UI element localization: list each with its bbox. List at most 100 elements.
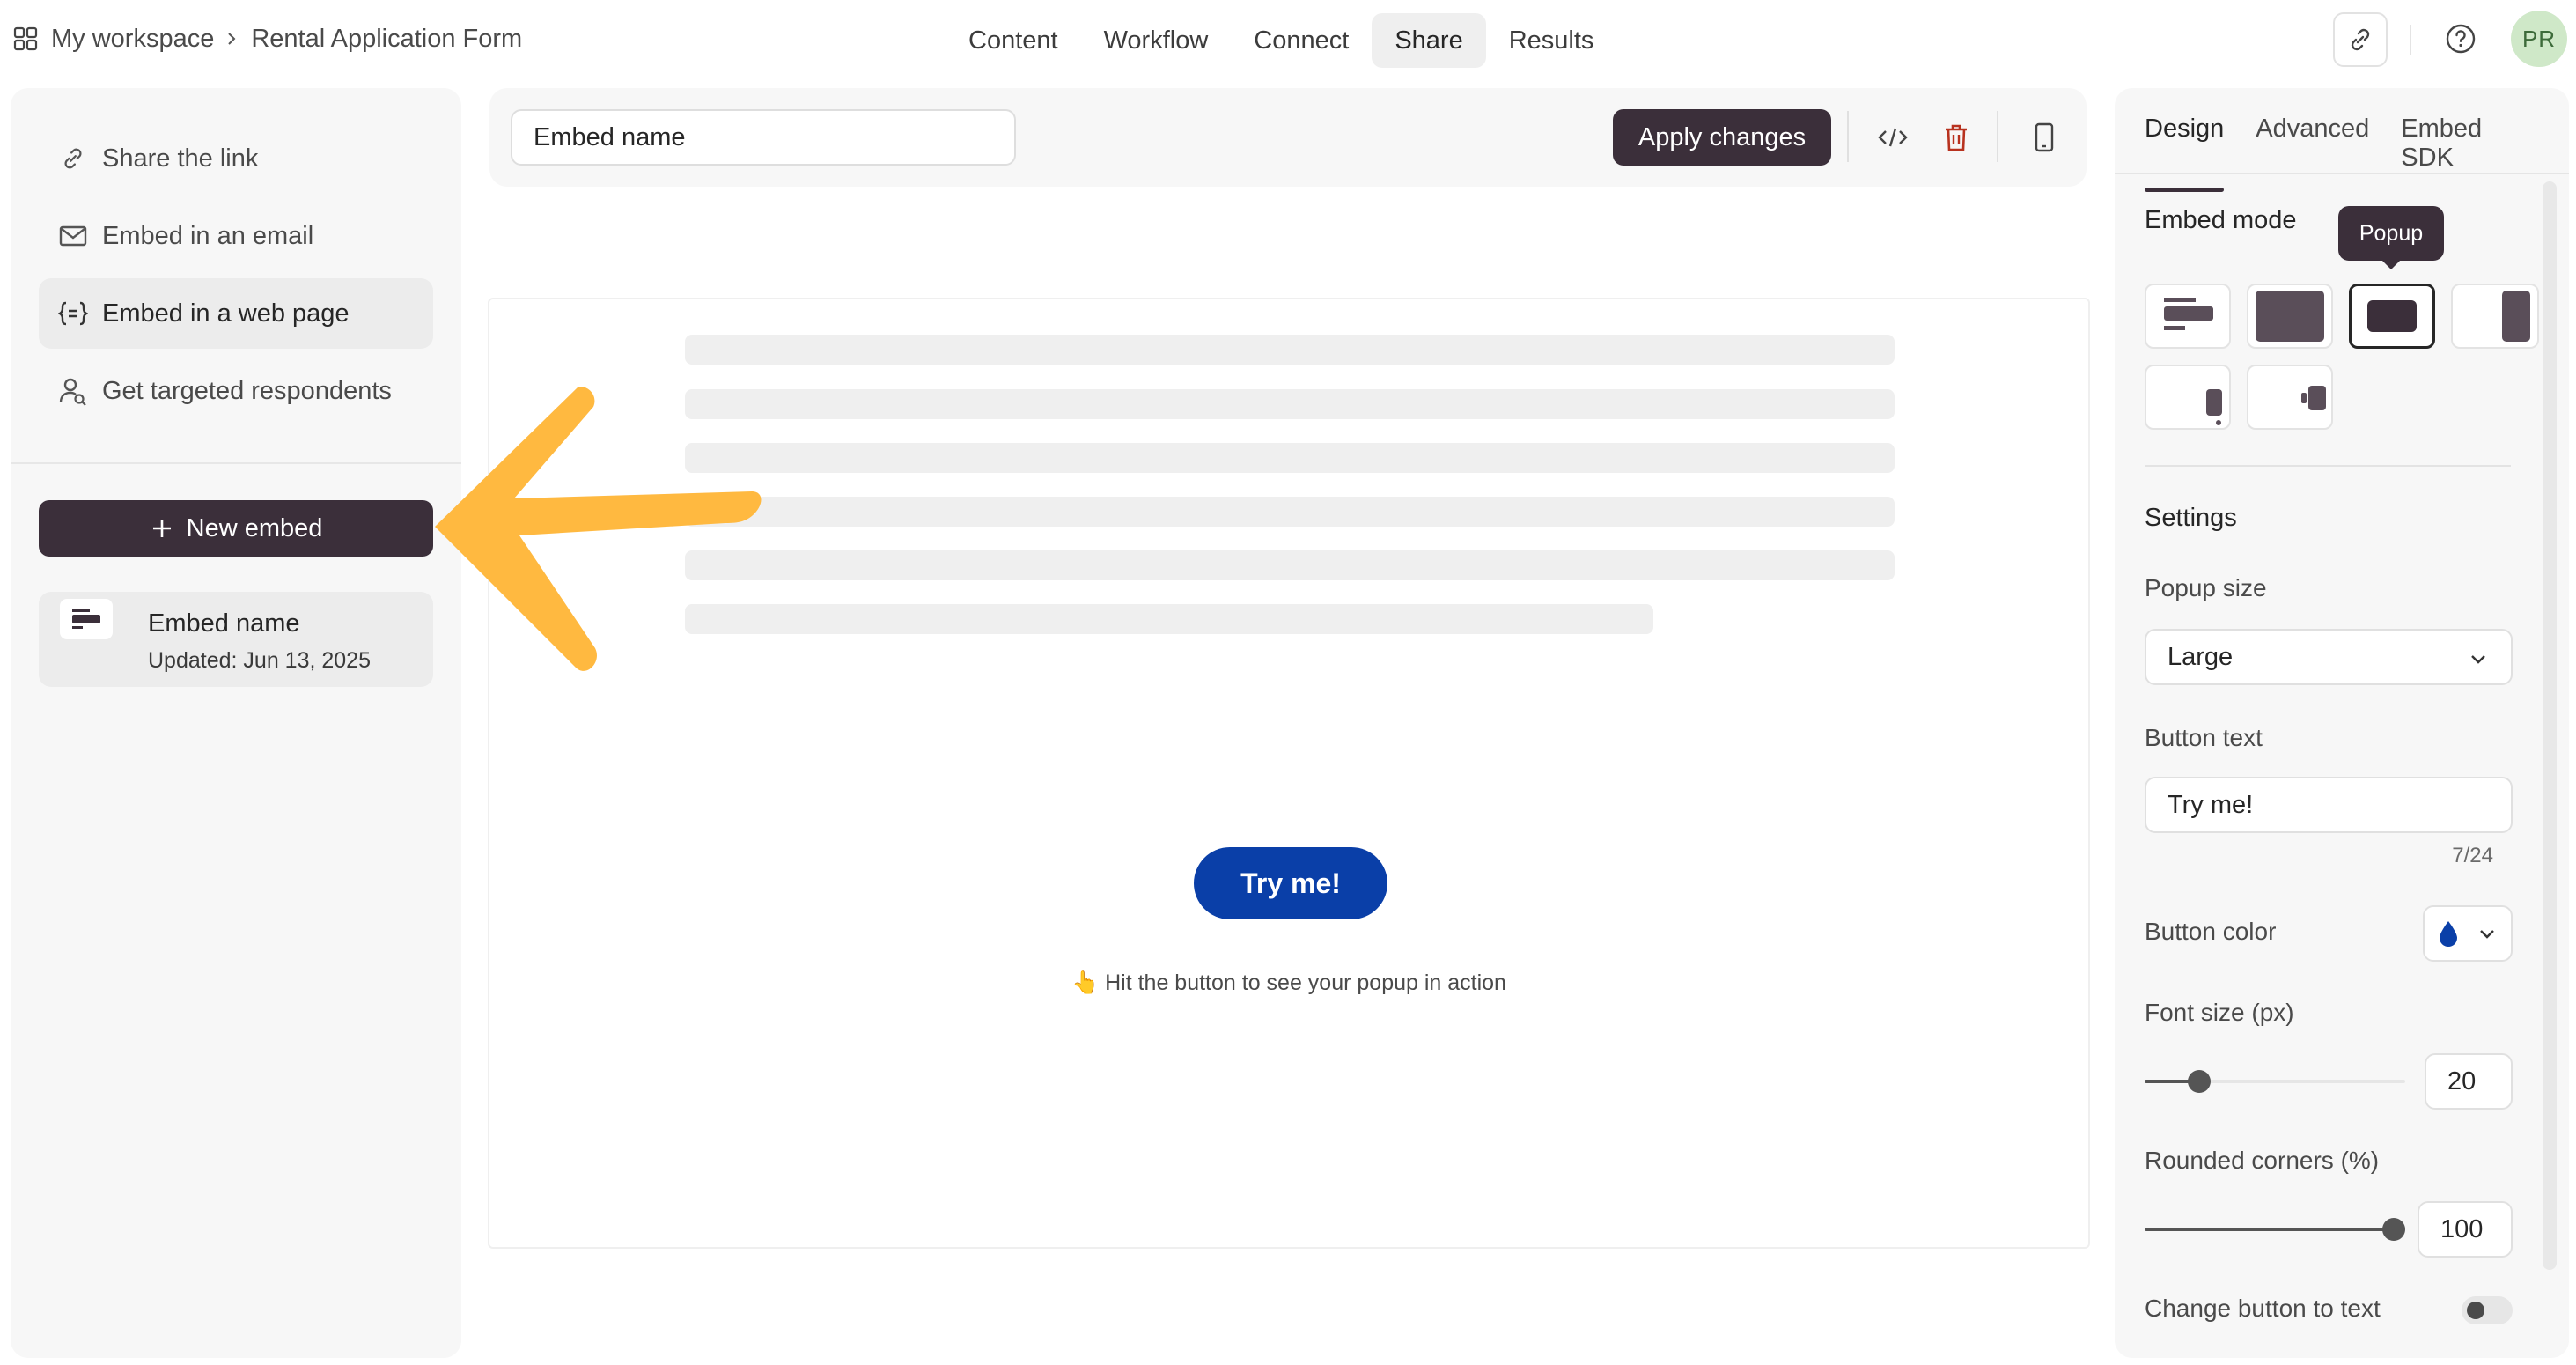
embed-card-updated: Updated: Jun 13, 2025 bbox=[148, 648, 371, 673]
skeleton-line bbox=[685, 389, 1895, 419]
standard-mode-icon bbox=[2164, 298, 2213, 330]
new-embed-label: New embed bbox=[186, 513, 323, 542]
breadcrumb-form[interactable]: Rental Application Form bbox=[251, 25, 522, 54]
button-text-input[interactable]: Try me! bbox=[2145, 777, 2513, 833]
mobile-preview-button[interactable] bbox=[2023, 116, 2065, 159]
color-drop-icon bbox=[2440, 921, 2457, 947]
share-option-email[interactable]: Embed in an email bbox=[39, 201, 433, 271]
change-to-text-label: Change button to text bbox=[2145, 1295, 2381, 1322]
slider-mode-icon bbox=[2502, 291, 2530, 342]
mobile-icon bbox=[2035, 122, 2054, 152]
mode-popover-button[interactable] bbox=[2145, 365, 2231, 430]
rounded-corners-label: Rounded corners (%) bbox=[2145, 1147, 2380, 1174]
chevron-down-icon bbox=[2480, 930, 2494, 939]
breadcrumb-workspace[interactable]: My workspace bbox=[51, 25, 214, 54]
plus-icon bbox=[152, 520, 171, 537]
mode-side-tab-button[interactable] bbox=[2247, 365, 2333, 430]
button-text-value: Try me! bbox=[2168, 790, 2254, 819]
skeleton-line bbox=[685, 335, 1895, 365]
share-sidebar: Share the link Embed in an email Embed i… bbox=[11, 88, 461, 1358]
button-text-label: Button text bbox=[2145, 724, 2263, 751]
copy-link-button[interactable] bbox=[2333, 12, 2388, 67]
popover-mode-icon bbox=[2206, 389, 2222, 425]
user-search-icon bbox=[58, 376, 88, 406]
button-color-label: Button color bbox=[2145, 918, 2277, 945]
share-option-label: Share the link bbox=[102, 144, 259, 173]
try-me-button[interactable]: Try me! bbox=[1194, 847, 1387, 919]
embed-card-name: Embed name bbox=[148, 609, 300, 638]
rounded-corners-slider[interactable] bbox=[2145, 1218, 2405, 1241]
popup-size-value: Large bbox=[2168, 642, 2234, 671]
toggle-knob bbox=[2467, 1302, 2484, 1319]
mode-slider-button[interactable] bbox=[2451, 284, 2539, 349]
font-size-label: Font size (px) bbox=[2145, 999, 2294, 1026]
new-embed-button[interactable]: New embed bbox=[39, 500, 433, 557]
standard-embed-icon bbox=[60, 599, 113, 639]
embed-name-input[interactable] bbox=[511, 109, 1016, 166]
get-code-button[interactable] bbox=[1872, 116, 1914, 159]
apply-changes-button[interactable]: Apply changes bbox=[1613, 109, 1831, 166]
highlight-arrow-icon bbox=[435, 387, 762, 671]
workspace-grid-icon[interactable] bbox=[12, 26, 39, 52]
code-braces-icon bbox=[58, 299, 88, 328]
char-count: 7/24 bbox=[2452, 844, 2493, 867]
tab-design[interactable]: Design bbox=[2145, 114, 2225, 192]
rounded-corners-input[interactable]: 100 bbox=[2418, 1201, 2513, 1258]
link-icon bbox=[58, 144, 88, 173]
tabs-underline bbox=[2115, 173, 2569, 174]
share-option-link[interactable]: Share the link bbox=[39, 123, 433, 194]
button-color-picker[interactable] bbox=[2423, 905, 2513, 962]
nav-connect[interactable]: Connect bbox=[1231, 13, 1372, 68]
design-panel: Design Advanced Embed SDK Embed mode Set… bbox=[2115, 88, 2569, 1358]
chevron-down-icon bbox=[2471, 655, 2485, 664]
rounded-corners-slider-knob[interactable] bbox=[2382, 1218, 2405, 1241]
topbar-divider bbox=[2410, 25, 2411, 55]
toolbar-divider bbox=[1997, 111, 1998, 162]
share-option-label: Embed in an email bbox=[102, 221, 314, 250]
main-nav: Content Workflow Connect Share Results bbox=[946, 13, 1617, 68]
mail-icon bbox=[58, 221, 88, 251]
settings-label: Settings bbox=[2145, 504, 2237, 532]
avatar[interactable]: PR bbox=[2511, 11, 2567, 67]
embed-list-item[interactable]: Embed name Updated: Jun 13, 2025 bbox=[39, 592, 433, 687]
panel-scrollbar[interactable] bbox=[2543, 181, 2557, 1270]
top-bar: My workspace Rental Application Form Con… bbox=[0, 0, 2576, 77]
fullpage-mode-icon bbox=[2256, 291, 2324, 342]
nav-share[interactable]: Share bbox=[1372, 13, 1486, 68]
skeleton-line bbox=[685, 443, 1895, 473]
share-option-webpage[interactable]: Embed in a web page bbox=[39, 278, 433, 349]
delete-embed-button[interactable] bbox=[1935, 116, 1977, 159]
panel-divider bbox=[2145, 465, 2511, 467]
skeleton-line bbox=[685, 497, 1895, 527]
nav-workflow[interactable]: Workflow bbox=[1081, 13, 1232, 68]
share-option-label: Embed in a web page bbox=[102, 299, 350, 328]
skeleton-line bbox=[685, 550, 1895, 580]
font-size-input[interactable]: 20 bbox=[2425, 1053, 2513, 1110]
mode-popup-button[interactable] bbox=[2349, 284, 2435, 349]
popup-size-select[interactable]: Large bbox=[2145, 629, 2513, 685]
mode-standard-button[interactable] bbox=[2145, 284, 2231, 349]
embed-mode-label: Embed mode bbox=[2145, 206, 2297, 234]
font-size-slider-knob[interactable] bbox=[2187, 1070, 2211, 1093]
sidebar-divider bbox=[11, 462, 461, 464]
link-icon bbox=[2351, 28, 2370, 51]
font-size-slider[interactable] bbox=[2145, 1070, 2405, 1093]
mode-fullpage-button[interactable] bbox=[2247, 284, 2333, 349]
tab-embed-sdk[interactable]: Embed SDK bbox=[2401, 114, 2537, 192]
code-icon bbox=[1878, 128, 1908, 147]
toolbar-divider bbox=[1847, 111, 1849, 162]
popup-size-label: Popup size bbox=[2145, 574, 2267, 601]
share-option-label: Get targeted respondents bbox=[102, 376, 392, 405]
help-button[interactable] bbox=[2441, 19, 2480, 58]
chevron-right-icon bbox=[228, 33, 236, 45]
panel-tabs: Design Advanced Embed SDK bbox=[2145, 114, 2569, 192]
trash-icon bbox=[1946, 124, 1967, 151]
tab-advanced[interactable]: Advanced bbox=[2256, 114, 2369, 192]
nav-content[interactable]: Content bbox=[946, 13, 1081, 68]
skeleton-line bbox=[685, 604, 1653, 634]
change-to-text-toggle[interactable] bbox=[2462, 1296, 2513, 1324]
share-option-respondents[interactable]: Get targeted respondents bbox=[39, 356, 433, 426]
rounded-corners-slider-fill bbox=[2145, 1228, 2394, 1231]
breadcrumb: My workspace Rental Application Form bbox=[12, 19, 522, 58]
nav-results[interactable]: Results bbox=[1486, 13, 1617, 68]
